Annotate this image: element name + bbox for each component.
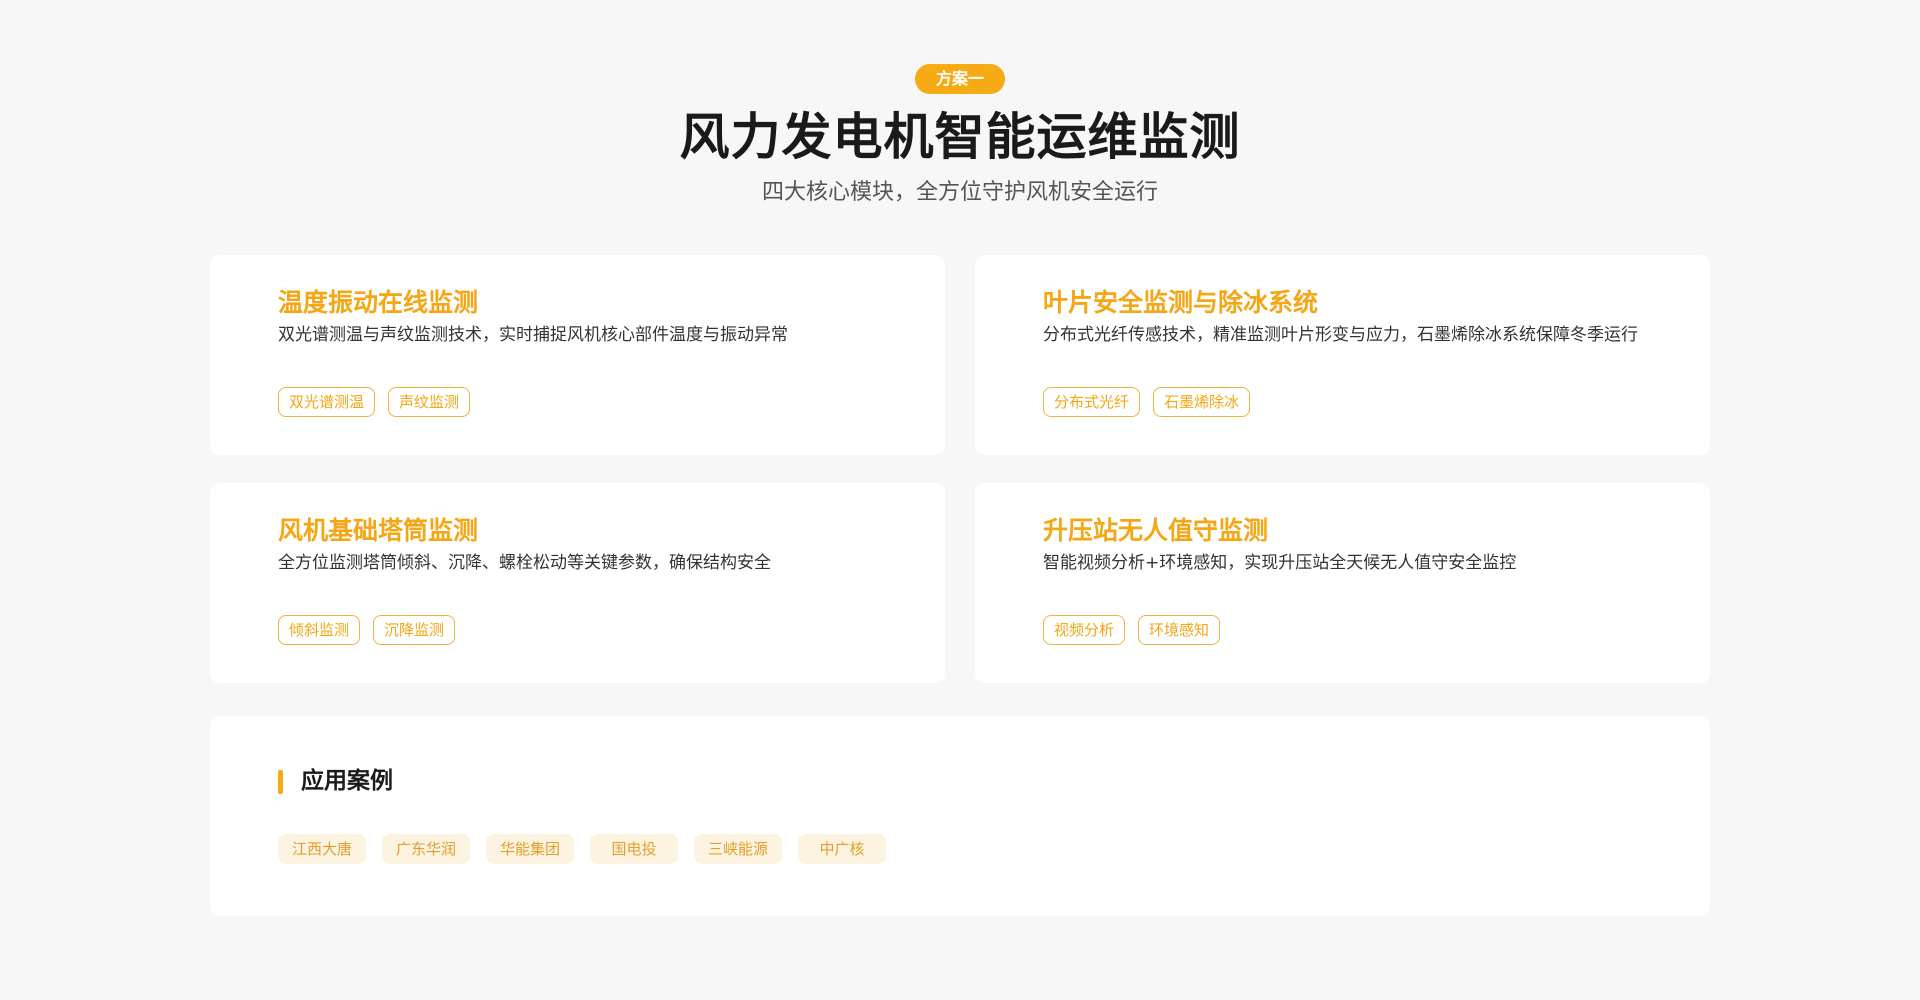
module-description: 智能视频分析+环境感知，实现升压站全天候无人值守安全监控	[1043, 553, 1517, 573]
case-item: 广东华润	[382, 834, 470, 864]
module-tags: 分布式光纤 石墨烯除冰	[1043, 387, 1251, 417]
page-title: 风力发电机智能运维监测	[679, 108, 1241, 166]
case-list: 江西大唐 广东华润 华能集团 国电投 三峡能源 中广核	[278, 834, 886, 864]
module-description: 全方位监测塔筒倾斜、沉降、螺栓松动等关键参数，确保结构安全	[278, 553, 771, 573]
module-tag: 环境感知	[1138, 615, 1221, 645]
module-title: 叶片安全监测与除冰系统	[1043, 288, 1319, 317]
application-cases-title: 应用案例	[301, 768, 393, 794]
module-title: 温度振动在线监测	[278, 288, 479, 317]
module-card-substation: 升压站无人值守监测 智能视频分析+环境感知，实现升压站全天候无人值守安全监控 视…	[975, 483, 1710, 683]
section-accent-bar	[278, 770, 283, 794]
module-tag: 石墨烯除冰	[1153, 387, 1251, 417]
module-tags: 视频分析 环境感知	[1043, 615, 1221, 645]
module-card-tower-foundation: 风机基础塔筒监测 全方位监测塔筒倾斜、沉降、螺栓松动等关键参数，确保结构安全 倾…	[210, 483, 945, 683]
module-description: 分布式光纤传感技术，精准监测叶片形变与应力，石墨烯除冰系统保障冬季运行	[1043, 325, 1638, 345]
case-item: 国电投	[590, 834, 678, 864]
module-tags: 双光谱测温 声纹监测	[278, 387, 471, 417]
case-item: 江西大唐	[278, 834, 366, 864]
page-subtitle: 四大核心模块，全方位守护风机安全运行	[761, 180, 1158, 205]
case-item: 三峡能源	[694, 834, 782, 864]
case-item: 华能集团	[486, 834, 574, 864]
module-tag: 分布式光纤	[1043, 387, 1141, 417]
module-tag: 双光谱测温	[278, 387, 376, 417]
module-title: 风机基础塔筒监测	[278, 516, 479, 545]
module-tag: 沉降监测	[373, 615, 456, 645]
module-card-blade-safety: 叶片安全监测与除冰系统 分布式光纤传感技术，精准监测叶片形变与应力，石墨烯除冰系…	[975, 255, 1710, 455]
case-item: 中广核	[798, 834, 886, 864]
module-tag: 倾斜监测	[278, 615, 361, 645]
application-cases-card: 应用案例 江西大唐 广东华润 华能集团 国电投 三峡能源 中广核	[210, 716, 1710, 916]
module-tag: 视频分析	[1043, 615, 1126, 645]
module-card-temperature-vibration: 温度振动在线监测 双光谱测温与声纹监测技术，实时捕捉风机核心部件温度与振动异常 …	[210, 255, 945, 455]
module-title: 升压站无人值守监测	[1043, 516, 1269, 545]
module-description: 双光谱测温与声纹监测技术，实时捕捉风机核心部件温度与振动异常	[278, 325, 788, 345]
plan-badge: 方案一	[915, 64, 1005, 94]
module-tags: 倾斜监测 沉降监测	[278, 615, 456, 645]
module-tag: 声纹监测	[388, 387, 471, 417]
